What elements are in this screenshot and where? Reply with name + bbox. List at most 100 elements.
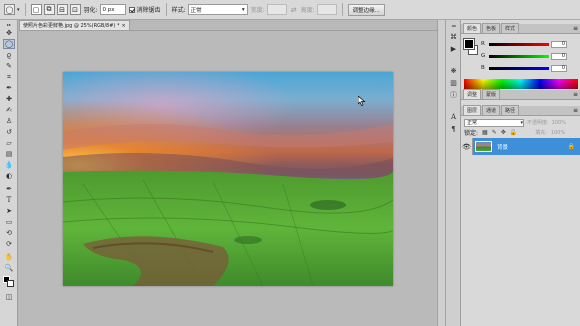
height-input[interactable] <box>316 4 337 15</box>
tab-swatches[interactable]: 色板 <box>482 23 501 33</box>
opacity-value[interactable]: 100% <box>552 120 566 126</box>
color-spectrum-ramp[interactable] <box>464 79 578 89</box>
refine-edge-button[interactable]: 调整边缘... <box>347 3 385 16</box>
chevron-down-icon: ▾ <box>520 119 523 126</box>
panel-menu-icon[interactable]: ≡ <box>573 91 578 98</box>
lock-label: 锁定: <box>464 130 479 137</box>
layer-thumbnail <box>475 141 492 152</box>
close-icon[interactable]: × <box>121 23 125 29</box>
green-track[interactable] <box>489 54 549 58</box>
tab-layers[interactable]: 图层 <box>463 105 482 115</box>
history-brush-tool-icon[interactable]: ↺ <box>3 127 15 137</box>
toolbox: ▸▸ ✥ ◯ ϱ ✎ ⌗ ✒ ✚ ✍ ♙ ↺ ▱ ▤ 💧 ◐ ✒ T ➤ ▭ ⟲… <box>0 20 18 326</box>
gradient-tool-icon[interactable]: ▤ <box>3 149 15 159</box>
toolbox-grip-icon[interactable]: ▸▸ <box>3 22 15 27</box>
history-panel-icon[interactable]: ⌘ <box>448 32 459 42</box>
move-tool-icon[interactable]: ✥ <box>3 28 15 38</box>
path-selection-tool-icon[interactable]: ➤ <box>3 206 15 216</box>
3d-orbit-tool-icon[interactable]: ⟳ <box>3 239 15 249</box>
add-selection-icon[interactable]: ⧉ <box>43 4 55 15</box>
lock-all-icon[interactable]: 🔒 <box>510 129 517 136</box>
panel-menu-icon[interactable]: ≡ <box>573 107 578 114</box>
healing-brush-tool-icon[interactable]: ✚ <box>3 94 15 104</box>
tab-color[interactable]: 颜色 <box>463 23 482 33</box>
separator <box>24 3 26 16</box>
selection-mode-buttons: ▢ ⧉ ⊟ ⊡ <box>30 4 81 15</box>
lock-image-icon[interactable]: ✎ <box>492 129 497 136</box>
marquee-ellipse-icon: ◯ <box>4 4 15 15</box>
green-label: G <box>481 53 486 59</box>
type-tool-icon[interactable]: T <box>3 195 15 205</box>
adjustments-panel: 调整 蒙版 ≡ <box>461 89 580 102</box>
lock-transparency-icon[interactable]: ▦ <box>482 129 488 136</box>
foreground-color-swatch[interactable] <box>463 38 475 50</box>
quick-selection-tool-icon[interactable]: ✎ <box>3 61 15 71</box>
blue-track[interactable] <box>489 66 549 70</box>
swap-icon[interactable]: ⇄ <box>290 4 298 15</box>
3d-rotate-tool-icon[interactable]: ⟲ <box>3 228 15 238</box>
background-color-swatch[interactable] <box>7 280 14 287</box>
quick-mask-icon[interactable]: ◫ <box>3 292 15 302</box>
eyedropper-tool-icon[interactable]: ✒ <box>3 83 15 93</box>
feather-input[interactable]: 0 px <box>99 4 126 15</box>
feather-control: 羽化: 0 px <box>84 4 126 15</box>
eye-icon[interactable]: 👁 <box>461 138 473 155</box>
shape-tool-icon[interactable]: ▭ <box>3 217 15 227</box>
red-value-input[interactable]: 0 <box>551 40 567 48</box>
tab-masks[interactable]: 蒙版 <box>482 89 501 99</box>
width-input[interactable] <box>266 4 287 15</box>
lasso-tool-icon[interactable]: ϱ <box>3 50 15 60</box>
layers-panel-tabs: 图层 通道 路径 ≡ <box>461 105 580 116</box>
tab-adjustments[interactable]: 调整 <box>463 89 482 99</box>
blue-value-input[interactable]: 0 <box>551 64 567 72</box>
document-image[interactable] <box>63 72 393 286</box>
histogram-panel-icon[interactable]: ▥ <box>448 78 459 88</box>
paragraph-panel-icon[interactable]: ¶ <box>448 124 459 134</box>
blue-slider[interactable]: B 0 <box>481 64 578 72</box>
tool-preset-picker[interactable]: ◯ ▾ <box>4 4 20 15</box>
height-label: 高度: <box>300 7 315 14</box>
style-label: 样式: <box>171 7 186 14</box>
document-tab[interactable]: 使照片色彩更鲜艳.jpg @ 25%(RGB/8#) * × <box>19 20 130 30</box>
mouse-pointer-icon <box>358 96 366 106</box>
tab-paths[interactable]: 路径 <box>501 105 520 115</box>
clone-stamp-tool-icon[interactable]: ♙ <box>3 116 15 126</box>
new-selection-icon[interactable]: ▢ <box>30 4 42 15</box>
panel-menu-icon[interactable]: ≡ <box>573 25 578 32</box>
separator <box>341 3 343 16</box>
red-slider[interactable]: R 0 <box>481 40 578 48</box>
pen-tool-icon[interactable]: ✒ <box>3 184 15 194</box>
info-panel-icon[interactable]: ⓘ <box>448 90 459 100</box>
blur-tool-icon[interactable]: 💧 <box>3 160 15 170</box>
vertical-scrollbar[interactable] <box>437 20 445 326</box>
intersect-selection-icon[interactable]: ⊡ <box>69 4 81 15</box>
subtract-selection-icon[interactable]: ⊟ <box>56 4 68 15</box>
navigator-panel-icon[interactable]: ❋ <box>448 66 459 76</box>
tab-styles[interactable]: 样式 <box>501 23 520 33</box>
style-control: 样式: 正常 ▾ <box>172 4 248 15</box>
actions-panel-icon[interactable]: ▶ <box>448 44 459 54</box>
red-track[interactable] <box>489 42 549 46</box>
collapse-icon[interactable]: ◂◂ <box>448 23 459 28</box>
dodge-tool-icon[interactable]: ◐ <box>3 171 15 181</box>
layer-row-background[interactable]: 👁 背景 🔒 <box>461 138 580 155</box>
antialias-checkbox[interactable] <box>128 6 135 13</box>
brush-tool-icon[interactable]: ✍ <box>3 105 15 115</box>
fill-label: 填充: <box>535 130 547 136</box>
eraser-tool-icon[interactable]: ▱ <box>3 138 15 148</box>
hand-tool-icon[interactable]: ✋ <box>3 252 15 262</box>
blend-mode-select[interactable]: 正常 ▾ <box>464 118 524 127</box>
style-select[interactable]: 正常 ▾ <box>187 4 248 15</box>
panel-dock-icons: ◂◂ ⌘ ▶ ❋ ▥ ⓘ A ¶ <box>445 20 460 326</box>
zoom-tool-icon[interactable]: 🔍 <box>3 263 15 273</box>
green-slider[interactable]: G 0 <box>481 52 578 60</box>
fill-value[interactable]: 100% <box>551 130 565 136</box>
character-panel-icon[interactable]: A <box>448 112 459 122</box>
green-value-input[interactable]: 0 <box>551 52 567 60</box>
antialias-control[interactable]: 消除锯齿 <box>128 5 161 14</box>
lock-position-icon[interactable]: ✥ <box>501 129 506 136</box>
crop-tool-icon[interactable]: ⌗ <box>3 72 15 82</box>
tab-channels[interactable]: 通道 <box>482 105 501 115</box>
marquee-tool-icon[interactable]: ◯ <box>3 39 15 49</box>
landscape-photo <box>63 72 393 286</box>
